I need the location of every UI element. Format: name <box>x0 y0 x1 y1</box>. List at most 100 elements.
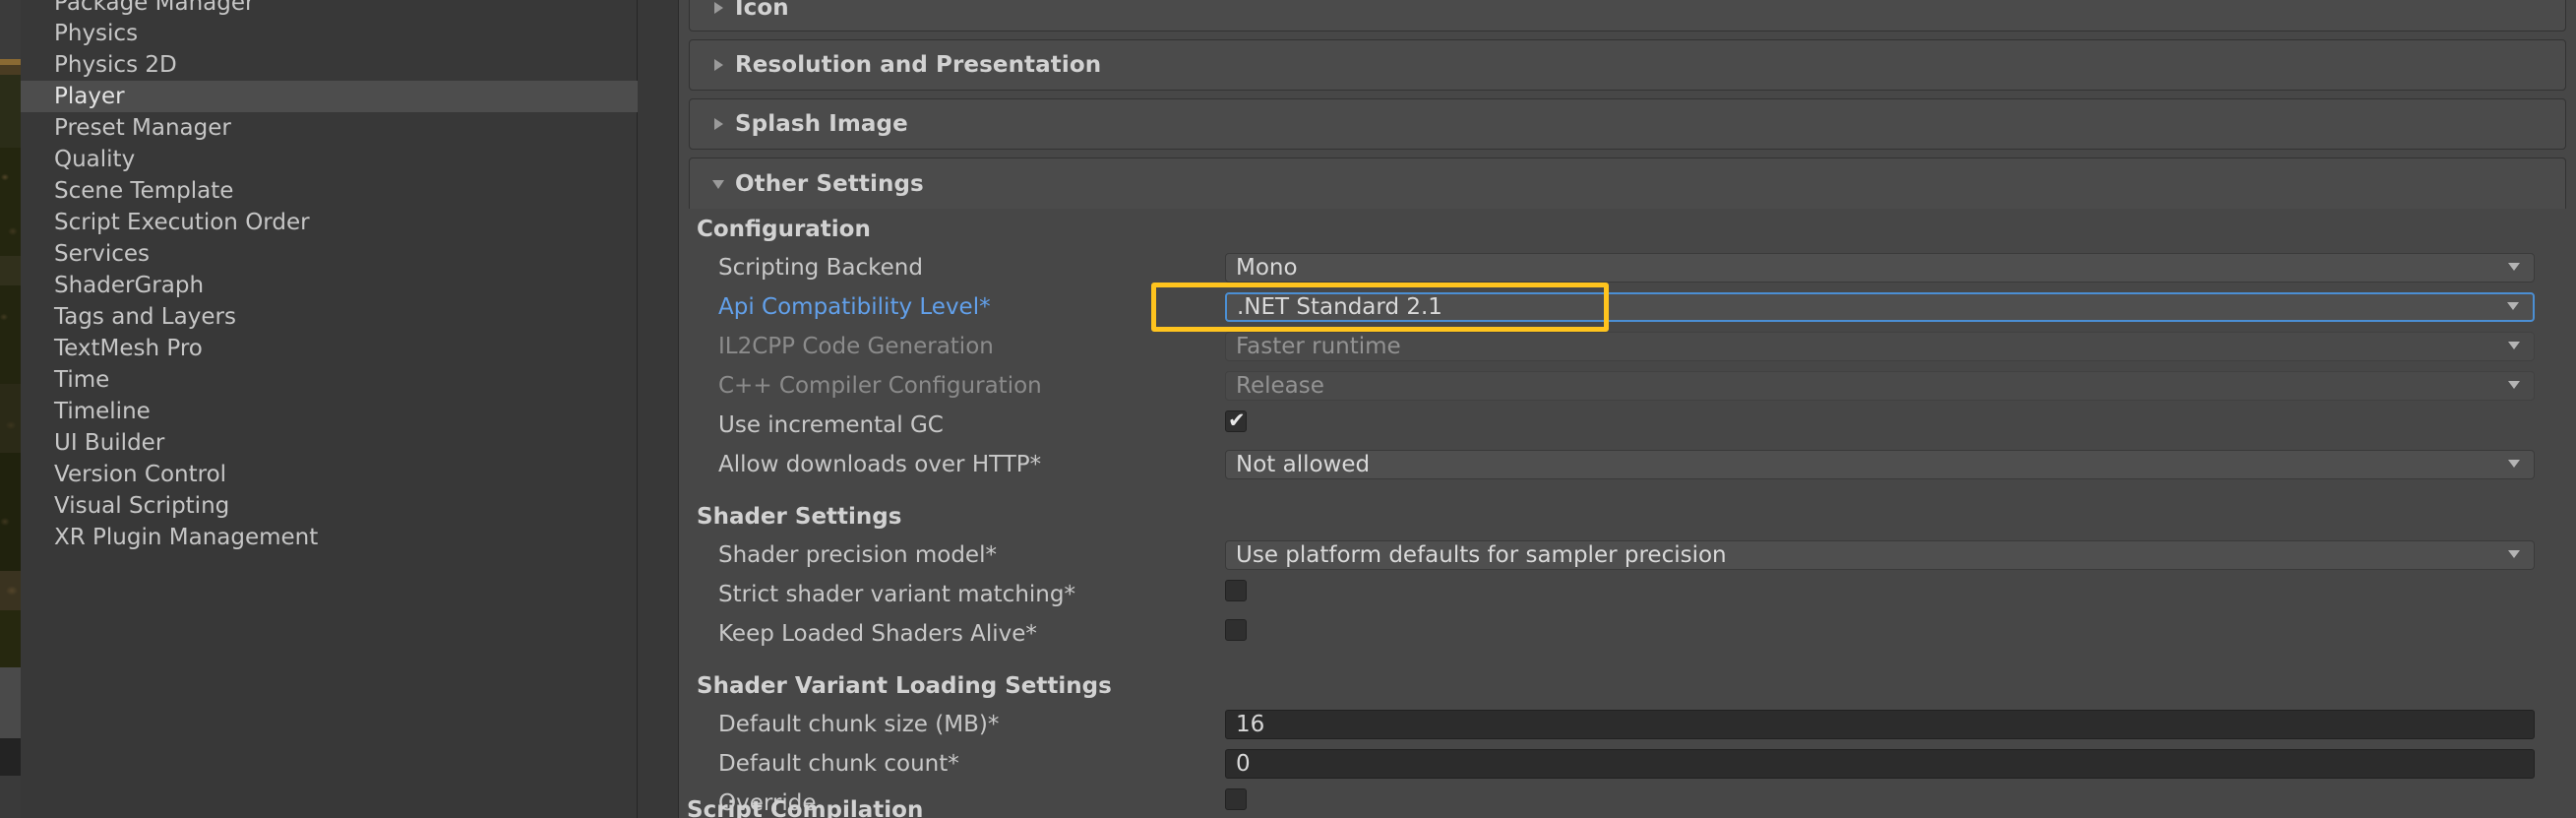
setting-field-scripting-backend: Mono <box>1225 253 2535 283</box>
sidebar-item-ui-builder[interactable]: UI Builder <box>21 427 637 459</box>
dropdown-value-il2cpp-code-generation: Faster runtime <box>1236 334 1401 359</box>
other-settings-body: Configuration Scripting Backend Mono Api C… <box>689 209 2566 818</box>
dropdown-api-compatibility-level[interactable]: .NET Standard 2.1 <box>1225 292 2535 322</box>
setting-row-c-compiler-configuration: C++ Compiler Configuration Release <box>689 366 2566 406</box>
player-settings-content: Icon Resolution and Presentation Splash … <box>679 0 2576 818</box>
setting-field-override <box>1225 788 2535 818</box>
group-shader-variant-heading: Shader Variant Loading Settings <box>697 673 1112 699</box>
sidebar-item-package-manager[interactable]: Package Manager <box>21 0 637 18</box>
sidebar-item-tags-and-layers[interactable]: Tags and Layers <box>21 301 637 333</box>
editor-left-edge-strip <box>0 0 21 818</box>
setting-row-override: Override <box>689 784 2566 818</box>
checkbox-use-incremental-gc[interactable] <box>1225 408 1247 433</box>
triangle-right-icon <box>702 0 735 17</box>
setting-row-il2cpp-code-generation: IL2CPP Code Generation Faster runtime <box>689 327 2566 366</box>
setting-label-il2cpp-code-generation: IL2CPP Code Generation <box>718 334 994 359</box>
configuration-rows: Scripting Backend Mono Api Compatibility L… <box>689 248 2566 484</box>
settings-sidebar[interactable]: Package Manager Physics Physics 2D Player Pr… <box>21 0 638 818</box>
dropdown-value-allow-downloads-over-http: Not allowed <box>1236 452 1371 477</box>
dropdown-value-scripting-backend: Mono <box>1236 255 1298 281</box>
chevron-down-icon <box>2504 256 2524 280</box>
setting-field-allow-downloads-over-http: Not allowed <box>1225 450 2535 479</box>
checkbox-keep-loaded-shaders-alive[interactable] <box>1225 619 1247 641</box>
setting-field-il2cpp-code-generation: Faster runtime <box>1225 332 2535 361</box>
edge-panel-bottom <box>0 776 21 818</box>
sidebar-item-quality[interactable]: Quality <box>21 144 637 175</box>
setting-label-default-chunk-size-mb: Default chunk size (MB)* <box>718 712 1000 737</box>
dropdown-value-c-compiler-configuration: Release <box>1236 373 1324 399</box>
dropdown-c-compiler-configuration: Release <box>1225 371 2535 401</box>
sidebar-item-xr-plugin-management[interactable]: XR Plugin Management <box>21 522 637 553</box>
setting-row-default-chunk-count: Default chunk count* 0 <box>689 744 2566 784</box>
sidebar-item-physics[interactable]: Physics <box>21 18 637 49</box>
sidebar-item-shadergraph[interactable]: ShaderGraph <box>21 270 637 301</box>
setting-label-shader-precision-model: Shader precision model* <box>718 542 997 568</box>
foldout-resolution-and-presentation[interactable]: Resolution and Presentation <box>689 39 2566 91</box>
foldout-splash-label: Splash Image <box>735 111 908 137</box>
triangle-down-icon <box>702 175 735 193</box>
setting-row-keep-loaded-shaders-alive: Keep Loaded Shaders Alive* <box>689 614 2566 654</box>
dropdown-scripting-backend[interactable]: Mono <box>1225 253 2535 283</box>
dropdown-value-shader-precision-model: Use platform defaults for sampler precis… <box>1236 542 1727 568</box>
setting-label-use-incremental-gc: Use incremental GC <box>718 412 944 438</box>
setting-row-default-chunk-size-mb: Default chunk size (MB)* 16 <box>689 705 2566 744</box>
setting-row-api-compatibility-level: Api Compatibility Level* .NET Standard 2.… <box>689 287 2566 327</box>
foldout-other-settings-label: Other Settings <box>735 170 924 197</box>
sidebar-item-textmesh-pro[interactable]: TextMesh Pro <box>21 333 637 364</box>
triangle-right-icon <box>702 115 735 133</box>
sidebar-item-visual-scripting[interactable]: Visual Scripting <box>21 490 637 522</box>
setting-field-api-compatibility-level: .NET Standard 2.1 <box>1225 292 2535 322</box>
dropdown-value-api-compatibility-level: .NET Standard 2.1 <box>1237 294 1442 320</box>
setting-label-c-compiler-configuration: C++ Compiler Configuration <box>718 373 1042 399</box>
foldout-other-settings[interactable]: Other Settings <box>689 157 2566 209</box>
sidebar-item-time[interactable]: Time <box>21 364 637 396</box>
dropdown-il2cpp-code-generation: Faster runtime <box>1225 332 2535 361</box>
scene-view-sliver <box>0 59 21 667</box>
setting-row-strict-shader-variant-matching: Strict shader variant matching* <box>689 575 2566 614</box>
foldout-icon[interactable]: Icon <box>689 0 2566 31</box>
shader-variant-loading-rows: Default chunk size (MB)* 16 Default chunk … <box>689 705 2566 818</box>
group-script-compilation-clipped: Script Compilation <box>687 796 923 818</box>
sidebar-item-preset-manager[interactable]: Preset Manager <box>21 112 637 144</box>
sidebar-item-version-control[interactable]: Version Control <box>21 459 637 490</box>
setting-field-strict-shader-variant-matching <box>1225 580 2535 609</box>
setting-row-scripting-backend: Scripting Backend Mono <box>689 248 2566 287</box>
foldout-splash-image[interactable]: Splash Image <box>689 98 2566 150</box>
foldout-icon-label: Icon <box>735 0 789 21</box>
sidebar-item-scene-template[interactable]: Scene Template <box>21 175 637 207</box>
sidebar-item-script-execution-order[interactable]: Script Execution Order <box>21 207 637 238</box>
number-input-default-chunk-count[interactable]: 0 <box>1225 749 2535 779</box>
setting-label-scripting-backend: Scripting Backend <box>718 255 923 281</box>
group-script-compilation-heading: Script Compilation <box>687 797 924 818</box>
setting-label-default-chunk-count: Default chunk count* <box>718 751 959 777</box>
setting-label-keep-loaded-shaders-alive: Keep Loaded Shaders Alive* <box>718 621 1037 647</box>
setting-label-strict-shader-variant-matching: Strict shader variant matching* <box>718 582 1075 607</box>
number-input-default-chunk-size-mb[interactable]: 16 <box>1225 710 2535 739</box>
sidebar-item-player[interactable]: Player <box>21 81 638 112</box>
setting-field-default-chunk-size-mb: 16 <box>1225 710 2535 739</box>
edge-panel-dark <box>0 738 21 776</box>
dropdown-allow-downloads-over-http[interactable]: Not allowed <box>1225 450 2535 479</box>
setting-field-keep-loaded-shaders-alive <box>1225 619 2535 649</box>
setting-label-api-compatibility-level: Api Compatibility Level* <box>718 294 991 320</box>
chevron-down-icon <box>2504 335 2524 358</box>
dropdown-shader-precision-model[interactable]: Use platform defaults for sampler precis… <box>1225 540 2535 570</box>
sidebar-item-timeline[interactable]: Timeline <box>21 396 637 427</box>
setting-field-c-compiler-configuration: Release <box>1225 371 2535 401</box>
chevron-down-icon <box>2503 295 2523 319</box>
triangle-right-icon <box>702 56 735 74</box>
setting-field-shader-precision-model: Use platform defaults for sampler precis… <box>1225 540 2535 570</box>
setting-row-use-incremental-gc: Use incremental GC <box>689 406 2566 445</box>
checkbox-strict-shader-variant-matching[interactable] <box>1225 580 1247 601</box>
chevron-down-icon <box>2504 453 2524 476</box>
sidebar-item-services[interactable]: Services <box>21 238 637 270</box>
checkbox-override[interactable] <box>1225 788 1247 810</box>
setting-label-allow-downloads-over-http: Allow downloads over HTTP* <box>718 452 1042 477</box>
setting-row-allow-downloads-over-http: Allow downloads over HTTP* Not allowed <box>689 445 2566 484</box>
group-configuration-heading: Configuration <box>697 217 871 242</box>
shader-settings-rows: Shader precision model* Use platform defa… <box>689 535 2566 654</box>
setting-field-default-chunk-count: 0 <box>1225 749 2535 779</box>
foldout-resolution-label: Resolution and Presentation <box>735 52 1102 78</box>
sidebar-item-physics-2d[interactable]: Physics 2D <box>21 49 637 81</box>
setting-field-use-incremental-gc <box>1225 408 2535 440</box>
